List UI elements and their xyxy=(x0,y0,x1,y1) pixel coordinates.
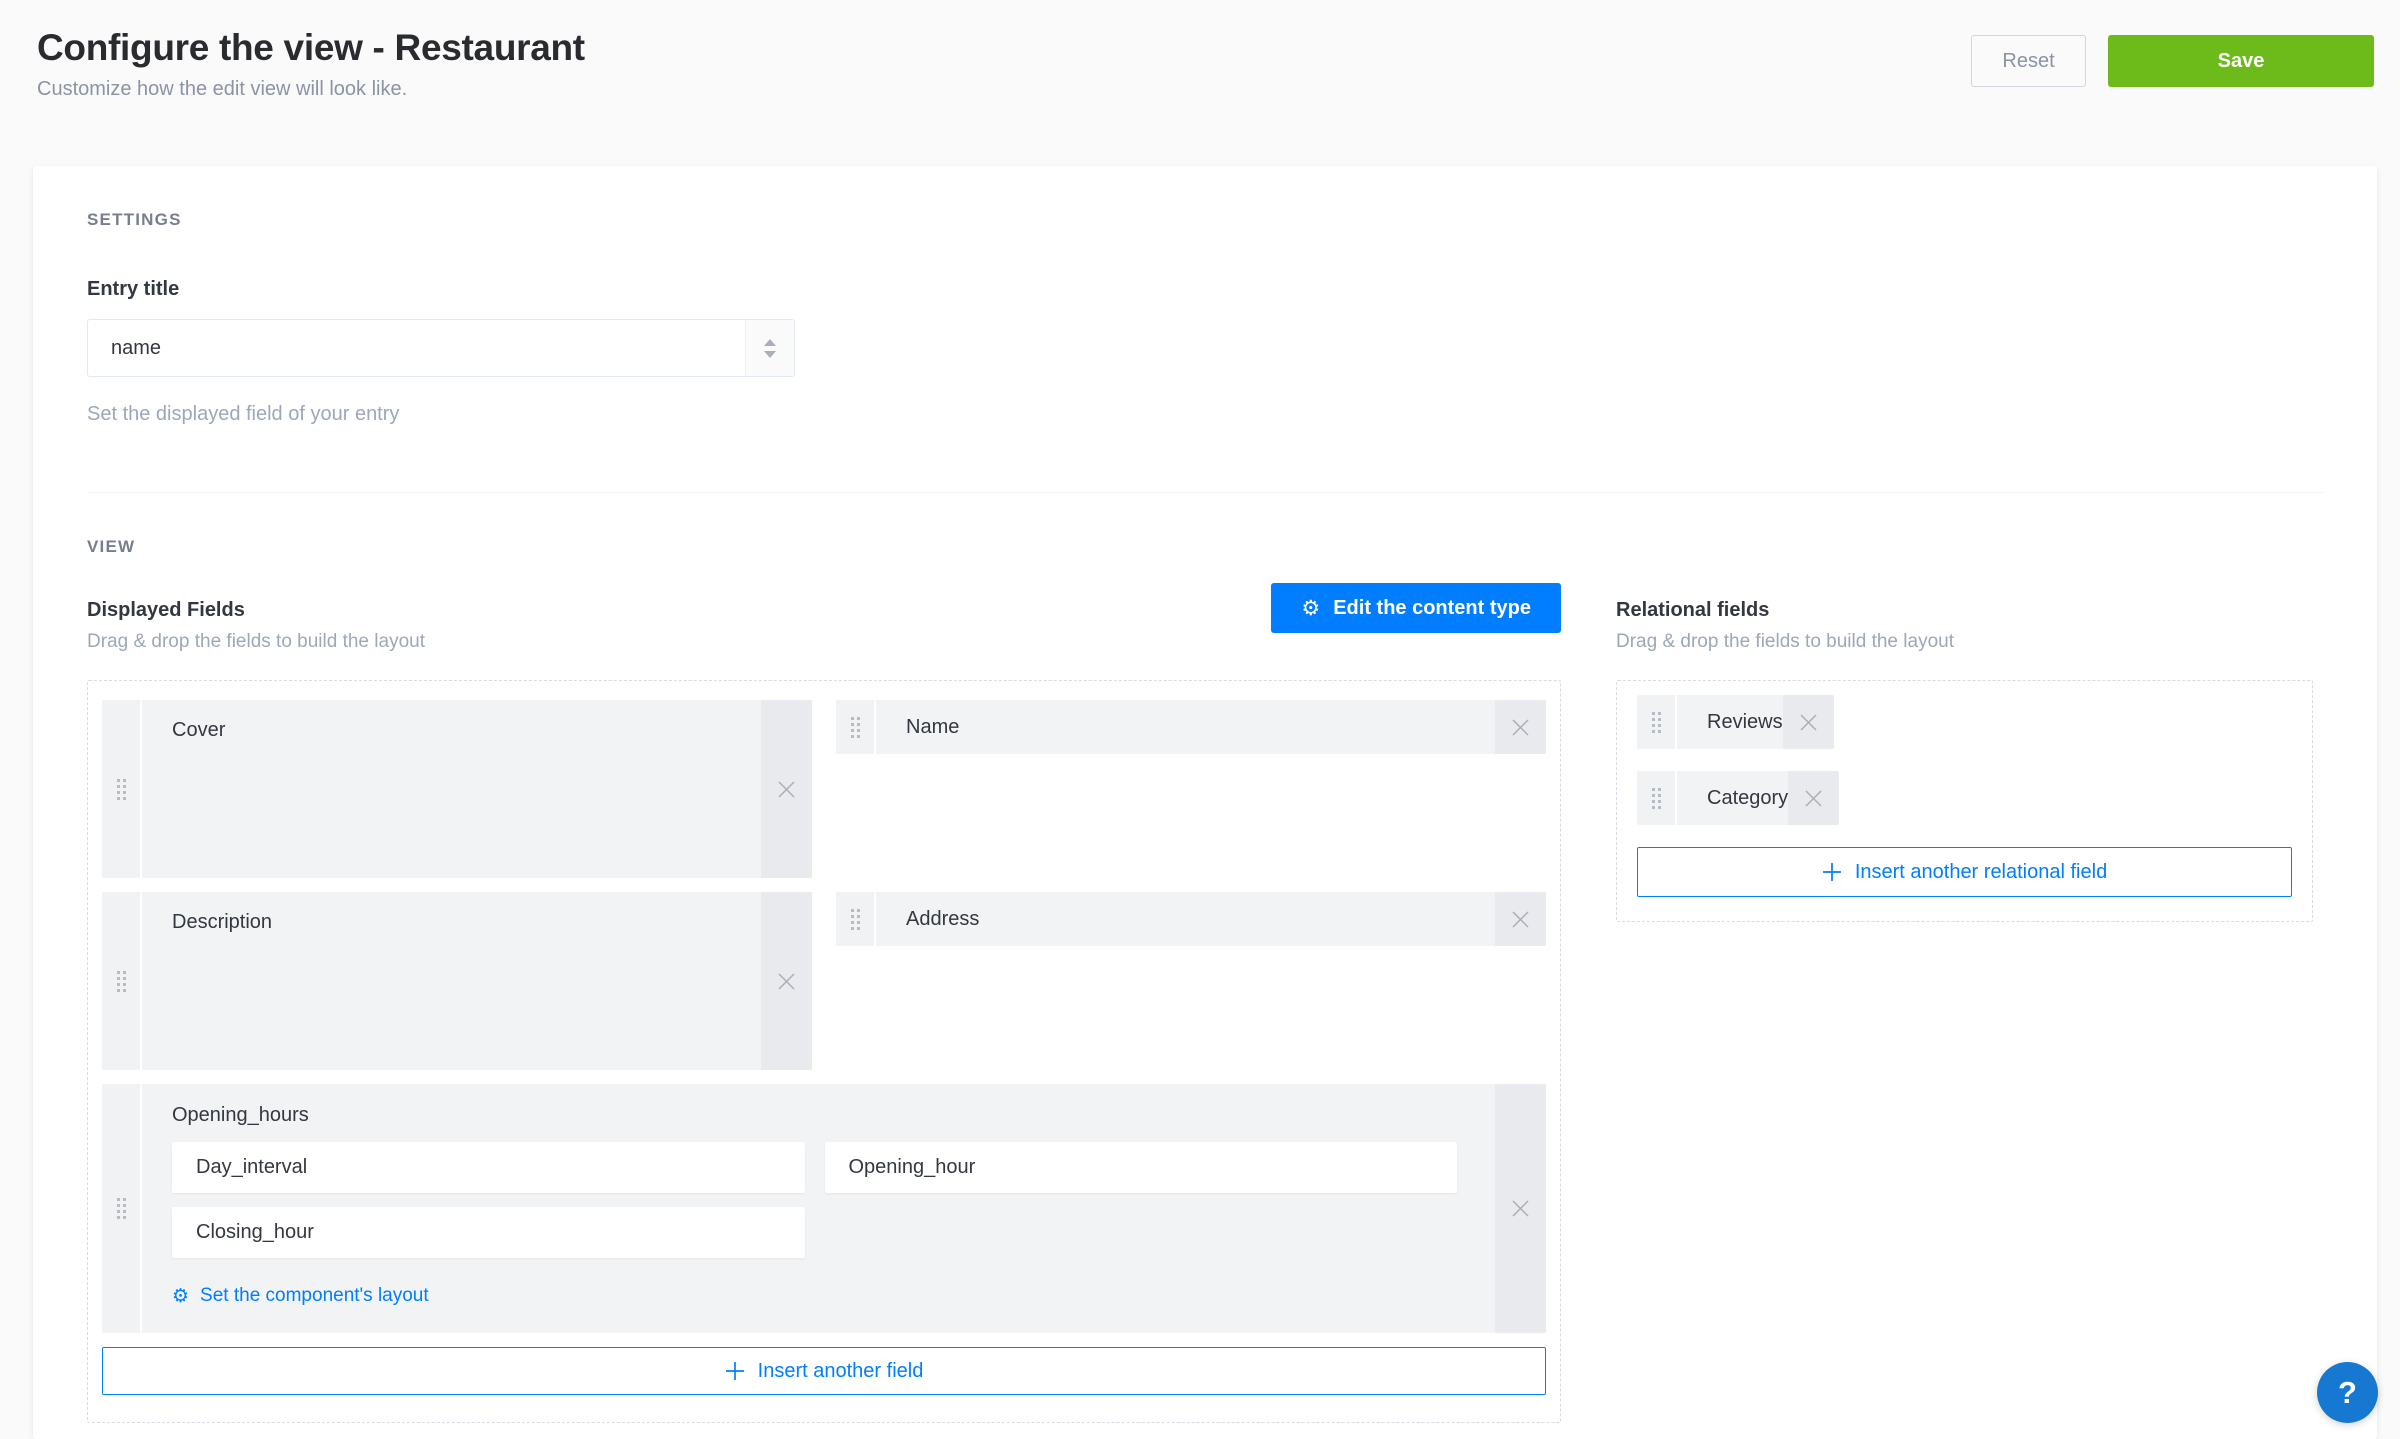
set-component-layout-link[interactable]: ⚙ Set the component's layout xyxy=(172,1285,1457,1307)
relational-fields-title: Relational fields xyxy=(1616,599,2313,622)
close-icon xyxy=(778,973,795,990)
drag-handle-icon xyxy=(117,779,120,782)
drop-zones-row: Cover Name xyxy=(87,680,2323,1423)
field-category[interactable]: Category xyxy=(1637,771,1839,825)
chevron-up-icon xyxy=(764,339,776,346)
entry-title-select-value: name xyxy=(88,320,745,376)
drag-handle[interactable] xyxy=(836,892,876,946)
entry-title-help-text: Set the displayed field of your entry xyxy=(87,403,2323,426)
field-name[interactable]: Name xyxy=(836,700,1546,754)
field-label: Address xyxy=(876,892,1495,946)
component-label: Opening_hours xyxy=(172,1104,1457,1127)
close-icon xyxy=(1800,714,1817,731)
drag-handle-icon xyxy=(1652,788,1655,791)
close-icon xyxy=(1512,911,1529,928)
drag-handle[interactable] xyxy=(102,892,142,1070)
drag-handle-icon xyxy=(1652,712,1655,715)
fields-grid: Cover Name xyxy=(102,700,1546,1395)
remove-field-button[interactable] xyxy=(761,700,812,878)
drag-handle[interactable] xyxy=(102,1084,142,1333)
plus-icon xyxy=(725,1361,745,1381)
drag-handle-icon xyxy=(851,717,854,720)
field-label: Category xyxy=(1677,771,1788,825)
edit-content-type-label: Edit the content type xyxy=(1333,597,1531,620)
insert-another-field-label: Insert another field xyxy=(758,1360,924,1383)
displayed-fields-head: Displayed Fields Drag & drop the fields … xyxy=(87,599,1561,653)
drag-handle[interactable] xyxy=(836,700,876,754)
view-section-label: VIEW xyxy=(87,537,2323,557)
component-field-closing-hour: Closing_hour xyxy=(172,1207,805,1258)
plus-icon xyxy=(1822,862,1842,882)
close-icon xyxy=(1512,719,1529,736)
section-divider xyxy=(87,492,2323,493)
remove-field-button[interactable] xyxy=(1788,771,1839,825)
field-cover[interactable]: Cover xyxy=(102,700,812,878)
help-button[interactable]: ? xyxy=(2317,1362,2378,1423)
drag-handle-icon xyxy=(851,909,854,912)
component-field-opening-hour: Opening_hour xyxy=(825,1142,1458,1193)
remove-field-button[interactable] xyxy=(1783,695,1834,749)
select-spinner-icon xyxy=(745,320,794,376)
edit-content-type-button[interactable]: ⚙ Edit the content type xyxy=(1271,583,1561,633)
field-reviews[interactable]: Reviews xyxy=(1637,695,1834,749)
component-fields-grid: Day_interval Opening_hour Closing_hour xyxy=(172,1142,1457,1258)
header-actions: Reset Save xyxy=(1971,35,2374,87)
drag-handle[interactable] xyxy=(1637,695,1677,749)
displayed-fields-drop-zone: Cover Name xyxy=(87,680,1561,1423)
relational-fields-subtitle: Drag & drop the fields to build the layo… xyxy=(1616,631,2313,653)
save-button[interactable]: Save xyxy=(2108,35,2374,87)
drag-handle[interactable] xyxy=(1637,771,1677,825)
field-label: Name xyxy=(876,700,1495,754)
remove-field-button[interactable] xyxy=(761,892,812,1070)
field-label: Description xyxy=(142,892,761,1070)
drag-handle[interactable] xyxy=(102,700,142,878)
field-label: Cover xyxy=(142,700,761,878)
gear-icon: ⚙ xyxy=(172,1285,189,1307)
config-card: SETTINGS Entry title name Set the displa… xyxy=(33,166,2377,1439)
close-icon xyxy=(1805,790,1822,807)
insert-another-field-button[interactable]: Insert another field xyxy=(102,1347,1546,1395)
remove-field-button[interactable] xyxy=(1495,892,1546,946)
help-icon: ? xyxy=(2338,1375,2357,1411)
displayed-fields-subtitle: Drag & drop the fields to build the layo… xyxy=(87,631,1561,653)
remove-field-button[interactable] xyxy=(1495,700,1546,754)
drag-handle-icon xyxy=(117,971,120,974)
close-icon xyxy=(778,781,795,798)
gear-icon: ⚙ xyxy=(1301,596,1320,620)
chevron-down-icon xyxy=(764,351,776,358)
page-header: Configure the view - Restaurant Customiz… xyxy=(0,0,2400,166)
field-description[interactable]: Description xyxy=(102,892,812,1070)
drag-handle-icon xyxy=(117,1198,120,1201)
field-opening-hours-component[interactable]: Opening_hours Day_interval Opening_hour … xyxy=(102,1084,1546,1333)
settings-section-label: SETTINGS xyxy=(87,210,2323,230)
component-content: Opening_hours Day_interval Opening_hour … xyxy=(142,1084,1495,1333)
insert-another-relational-field-label: Insert another relational field xyxy=(1855,861,2107,884)
component-field-day-interval: Day_interval xyxy=(172,1142,805,1193)
remove-field-button[interactable] xyxy=(1495,1084,1546,1333)
entry-title-select[interactable]: name xyxy=(87,319,795,377)
relational-fields-head: Relational fields Drag & drop the fields… xyxy=(1616,599,2313,653)
reset-button[interactable]: Reset xyxy=(1971,35,2086,87)
entry-title-label: Entry title xyxy=(87,278,2323,301)
field-address[interactable]: Address xyxy=(836,892,1546,946)
field-label: Reviews xyxy=(1677,695,1783,749)
insert-another-relational-field-button[interactable]: Insert another relational field xyxy=(1637,847,2292,897)
relational-fields-drop-zone: Reviews Category Insert another relation… xyxy=(1616,680,2313,922)
close-icon xyxy=(1512,1200,1529,1217)
view-heads-row: Displayed Fields Drag & drop the fields … xyxy=(87,599,2323,653)
set-component-layout-label: Set the component's layout xyxy=(200,1285,429,1307)
